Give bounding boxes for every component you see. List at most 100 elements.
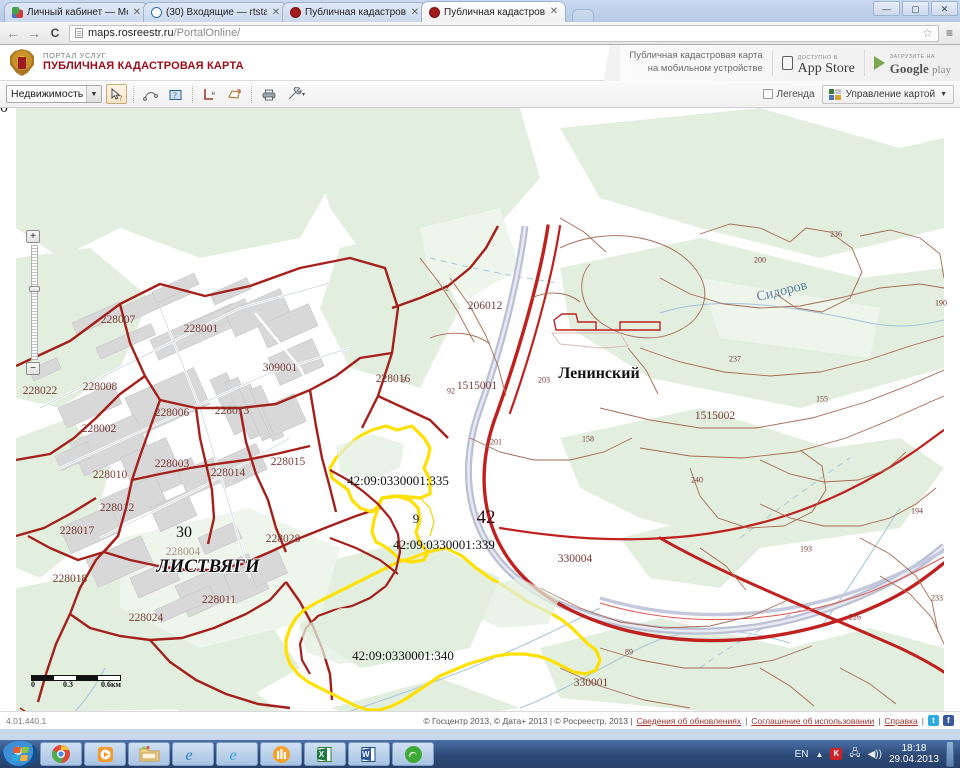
tab-label: (30) Входящие — rtstat@: [166, 7, 267, 18]
copyright-block: © Госцентр 2013, © Дата+ 2013 | © Росрее…: [423, 715, 954, 726]
taskbar-item-excel[interactable]: X: [304, 742, 346, 766]
zoom-out-button[interactable]: −: [26, 362, 40, 375]
zoom-slider-track[interactable]: [28, 245, 40, 360]
browser-tab-1[interactable]: Личный кабинет — Мои ✕: [4, 2, 149, 22]
tab-close-icon[interactable]: ✕: [271, 7, 281, 18]
app-store-button[interactable]: Доступно в App Store: [771, 50, 864, 76]
windows-logo-icon: [11, 747, 29, 761]
printer-icon: [262, 89, 275, 100]
separator: |: [878, 715, 881, 726]
browser-tab-4-active[interactable]: Публичная кадастровая ✕: [421, 1, 566, 22]
info-cursor-tool[interactable]: ?: [106, 84, 127, 104]
zoom-in-button[interactable]: +: [26, 230, 40, 243]
url-input[interactable]: maps.rosreestr.ru/PortalOnline/ ☆: [69, 24, 939, 42]
tab-close-icon[interactable]: ✕: [549, 7, 559, 17]
tab-strip: Личный кабинет — Мои ✕ (30) Входящие — r…: [0, 0, 960, 22]
tab-close-icon[interactable]: ✕: [132, 7, 142, 18]
layer-select[interactable]: Недвижимость ▼: [6, 85, 102, 103]
facebook-icon[interactable]: f: [943, 715, 954, 726]
taskbar-item-explorer[interactable]: [128, 742, 170, 766]
reload-icon[interactable]: C: [48, 26, 62, 40]
ruler-length-icon: н: [204, 88, 215, 100]
version-label: 4.01.440.1: [6, 715, 47, 726]
svg-text:?: ?: [119, 94, 122, 102]
google-play-button[interactable]: ЗАГРУЗИТЕ НА Google play: [863, 50, 960, 76]
mail-icon: [151, 7, 162, 18]
portal-logo[interactable]: ПОРТАЛ УСЛУГ ПУБЛИЧНАЯ КАДАСТРОВАЯ КАРТА: [0, 49, 244, 76]
zoom-control[interactable]: + −: [26, 230, 42, 375]
help-link[interactable]: Справка: [884, 716, 917, 726]
browser-tab-2[interactable]: (30) Входящие — rtstat@ ✕: [143, 2, 288, 22]
toolbar-separator: [192, 85, 193, 103]
language-indicator[interactable]: EN: [795, 749, 809, 760]
toolbar-separator: [133, 85, 134, 103]
coat-of-arms-icon: [9, 49, 35, 76]
taskbar-item-utorrent[interactable]: [260, 742, 302, 766]
network-icon[interactable]: 🖧: [849, 746, 860, 763]
measure-area-tool[interactable]: [224, 84, 245, 104]
legend-label: Легенда: [776, 88, 815, 100]
svg-text:X: X: [318, 750, 324, 759]
legend-checkbox[interactable]: Легенда: [762, 88, 815, 100]
svg-text:e: e: [185, 747, 192, 764]
checkbox-icon[interactable]: [762, 89, 773, 99]
updates-link[interactable]: Сведения об обновлениях: [637, 716, 741, 726]
print-tool[interactable]: [258, 84, 279, 104]
utorrent-icon: [272, 745, 290, 763]
taskbar-item-kaspersky[interactable]: [392, 742, 434, 766]
scale-tick-1: 0.3: [62, 680, 73, 689]
measure-length-tool[interactable]: н: [199, 84, 220, 104]
terms-link[interactable]: Соглашение об использовании: [751, 716, 874, 726]
taskbar-item-chrome[interactable]: [40, 742, 82, 766]
twitter-icon[interactable]: t: [928, 715, 939, 726]
page-status-bar: 4.01.440.1 © Госцентр 2013, © Дата+ 2013…: [0, 711, 960, 729]
new-tab-button[interactable]: [572, 9, 594, 22]
portal-subtitle: ПОРТАЛ УСЛУГ: [43, 50, 107, 60]
browser-tab-3[interactable]: Публичная кадастровая ✕: [282, 2, 427, 22]
separator: |: [921, 715, 924, 726]
zoom-slider-thumb[interactable]: [28, 286, 40, 292]
map-control-dropdown[interactable]: Управление картой ▼: [821, 84, 954, 104]
brand-text: ПОРТАЛ УСЛУГ ПУБЛИЧНАЯ КАДАСТРОВАЯ КАРТА: [43, 50, 244, 73]
close-window-button[interactable]: ✕: [931, 1, 958, 16]
forward-icon[interactable]: →: [27, 25, 41, 41]
taskbar-item-internet-explorer-2[interactable]: e: [216, 742, 258, 766]
minimize-button[interactable]: —: [873, 1, 900, 16]
map-vector-layer: [16, 108, 944, 711]
map-canvas[interactable]: 228007 228001 309001 228022 228008 22801…: [0, 108, 960, 711]
taskbar-item-media-player[interactable]: [84, 742, 126, 766]
back-icon[interactable]: ←: [6, 25, 20, 41]
kaspersky-icon[interactable]: K: [830, 748, 843, 760]
tray-expand-icon[interactable]: ▲: [816, 750, 824, 759]
object-info-tool[interactable]: ?: [165, 84, 186, 104]
url-text: maps.rosreestr.ru/PortalOnline/: [88, 27, 241, 39]
app-store-name: App Store: [797, 61, 855, 76]
bookmark-star-icon[interactable]: ☆: [922, 26, 933, 40]
taskbar-item-word[interactable]: W: [348, 742, 390, 766]
chevron-down-icon[interactable]: ▼: [940, 91, 947, 98]
copyright-text: © Госцентр 2013, © Дата+ 2013 | © Росрее…: [423, 715, 633, 726]
address-bar-row: ← → C maps.rosreestr.ru/PortalOnline/ ☆ …: [0, 22, 960, 45]
browser-menu-icon[interactable]: ≡: [946, 26, 954, 40]
tools-tool[interactable]: [283, 84, 311, 104]
clock[interactable]: 18:18 29.04.2013: [889, 743, 939, 766]
rosreestr-icon: [290, 7, 301, 18]
volume-icon[interactable]: ◀)): [868, 749, 882, 760]
taskbar-item-internet-explorer[interactable]: e: [172, 742, 214, 766]
tab-close-icon[interactable]: ✕: [410, 7, 420, 18]
clock-date: 29.04.2013: [888, 754, 939, 765]
chrome-icon: [52, 745, 70, 763]
parcel-question-icon: ?: [169, 89, 182, 100]
chevron-down-icon[interactable]: ▼: [86, 86, 101, 102]
wrench-icon: [288, 86, 305, 99]
start-button[interactable]: [2, 741, 38, 767]
measure-distance-tool[interactable]: [140, 84, 161, 104]
toolbar-right-group: Легенда Управление картой ▼: [762, 84, 954, 104]
separator: |: [745, 715, 748, 726]
tab-label: Публичная кадастровая: [305, 7, 406, 18]
kaspersky-green-icon: [404, 745, 422, 763]
map-toolbar: Недвижимость ▼ ? ? н Легенда Управление …: [0, 81, 960, 108]
toolbar-separator: [251, 85, 252, 103]
maximize-button[interactable]: ▢: [902, 1, 929, 16]
show-desktop-button[interactable]: [946, 741, 954, 767]
